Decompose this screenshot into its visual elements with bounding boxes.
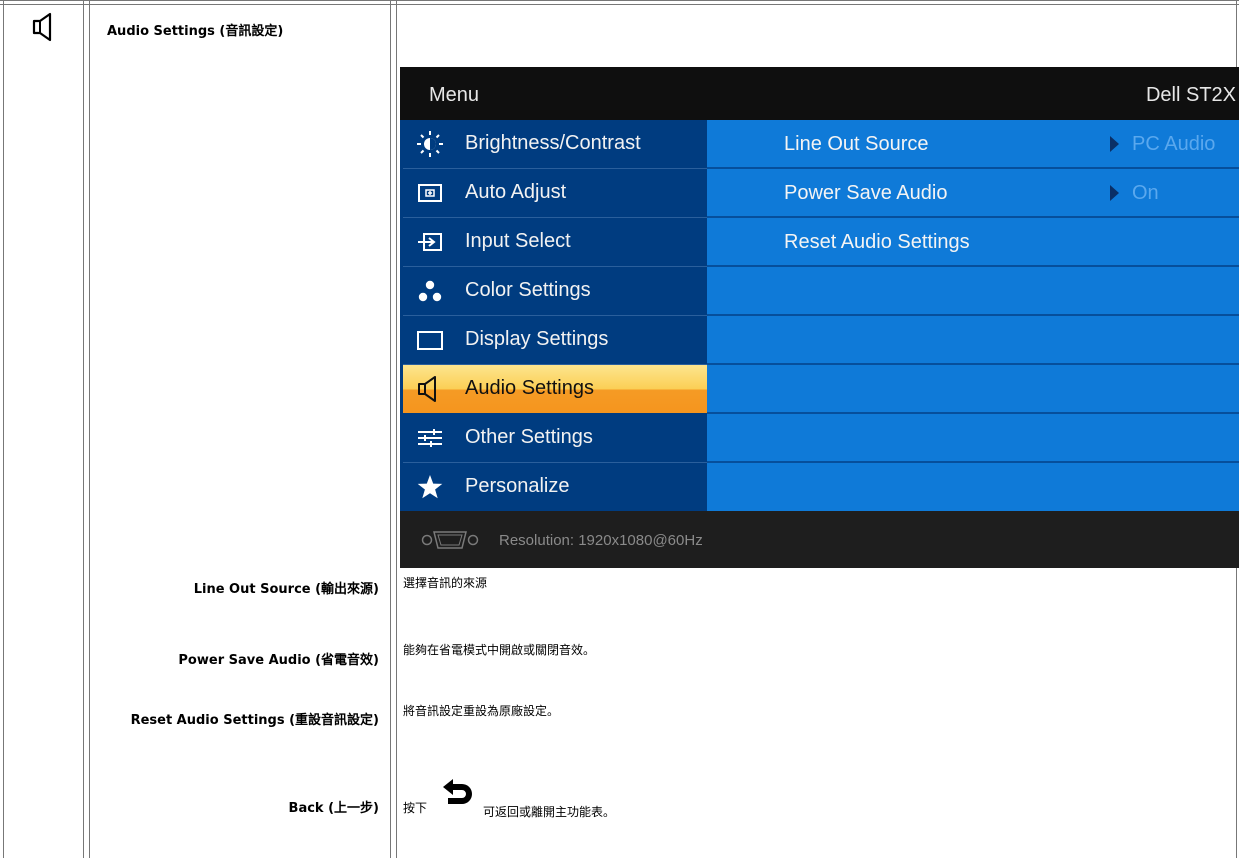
setting-label-reset-audio-settings: Reset Audio Settings (重設音訊設定)	[130, 713, 379, 728]
osd-item-display-settings[interactable]: Display Settings	[403, 316, 707, 364]
osd-row-reset-audio-settings[interactable]: Reset Audio Settings	[707, 218, 1239, 266]
star-icon	[417, 475, 443, 499]
speaker-icon	[32, 12, 52, 42]
osd-item-auto-adjust[interactable]: Auto Adjust	[403, 169, 707, 217]
osd-item-label: Brightness/Contrast	[465, 132, 641, 154]
setting-desc-line-out-source: 選擇音訊的來源	[403, 576, 488, 590]
osd-item-label: Other Settings	[465, 426, 593, 448]
osd-row-label: Line Out Source	[784, 133, 929, 155]
triangle-right-icon	[1110, 136, 1119, 152]
color-settings-icon	[418, 280, 442, 302]
setting-label-back: Back (上一步)	[288, 801, 379, 816]
osd-item-brightness-contrast[interactable]: Brightness/Contrast	[403, 120, 707, 168]
section-heading: Audio Settings (音訊設定)	[107, 24, 284, 39]
osd-item-input-select[interactable]: Input Select	[403, 218, 707, 266]
setting-desc-back-prefix: 按下	[403, 801, 428, 815]
osd-right-panel: Line Out Source PC Audio Power Save Audi…	[707, 120, 1239, 511]
column-divider	[390, 0, 391, 858]
osd-row-line-out-source[interactable]: Line Out Source PC Audio	[707, 120, 1239, 168]
setting-desc-power-save-audio: 能夠在省電模式中開啟或關閉音效。	[403, 643, 596, 657]
setting-desc-reset-audio-settings: 將音訊設定重設為原廠設定。	[403, 704, 560, 718]
other-settings-icon	[418, 429, 442, 447]
osd-row-value: On	[1132, 182, 1159, 204]
osd-footer: Resolution: 1920x1080@60Hz	[400, 511, 1239, 568]
brightness-icon	[417, 131, 443, 157]
osd-menu-screenshot: Menu Dell ST2X Brightness/Contrast Auto …	[400, 67, 1239, 568]
osd-item-label: Display Settings	[465, 328, 609, 350]
setting-label-line-out-source: Line Out Source (輸出來源)	[193, 582, 379, 597]
table-border-top-inner	[0, 4, 1239, 5]
osd-row-power-save-audio[interactable]: Power Save Audio On	[707, 169, 1239, 217]
display-settings-icon	[417, 331, 443, 350]
osd-item-other-settings[interactable]: Other Settings	[403, 414, 707, 462]
osd-resolution-text: Resolution: 1920x1080@60Hz	[499, 532, 703, 549]
speaker-icon	[418, 376, 436, 402]
vga-connector-icon	[421, 531, 479, 549]
osd-item-label: Auto Adjust	[465, 181, 567, 203]
osd-row-label: Reset Audio Settings	[784, 231, 970, 253]
table-border-left	[3, 0, 4, 858]
osd-left-panel: Brightness/Contrast Auto Adjust Input Se…	[400, 120, 707, 511]
table-border-top	[0, 0, 1239, 1]
divider	[707, 412, 1239, 414]
osd-item-label: Input Select	[465, 230, 571, 252]
osd-item-color-settings[interactable]: Color Settings	[403, 267, 707, 315]
divider	[707, 363, 1239, 365]
osd-menu-title: Menu	[429, 84, 480, 106]
input-select-icon	[418, 233, 442, 251]
setting-label-power-save-audio: Power Save Audio (省電音效)	[178, 653, 379, 668]
auto-adjust-icon	[418, 184, 442, 202]
osd-row-label: Power Save Audio	[784, 182, 948, 204]
back-arrow-icon	[443, 779, 472, 804]
osd-item-label: Audio Settings	[465, 377, 594, 399]
osd-item-personalize[interactable]: Personalize	[403, 463, 707, 511]
osd-header: Menu Dell ST2X	[400, 67, 1239, 120]
osd-item-audio-settings[interactable]: Audio Settings	[403, 365, 707, 413]
column-divider	[83, 0, 84, 858]
osd-item-label: Personalize	[465, 475, 570, 497]
osd-item-label: Color Settings	[465, 279, 591, 301]
setting-desc-back-suffix: 可返回或離開主功能表。	[483, 805, 616, 819]
osd-model-name: Dell ST2X	[1145, 84, 1236, 106]
column-divider	[89, 0, 90, 858]
divider	[707, 461, 1239, 463]
divider	[707, 314, 1239, 316]
divider	[707, 265, 1239, 267]
osd-row-value: PC Audio	[1132, 133, 1216, 155]
triangle-right-icon	[1110, 185, 1119, 201]
column-divider	[396, 0, 397, 858]
